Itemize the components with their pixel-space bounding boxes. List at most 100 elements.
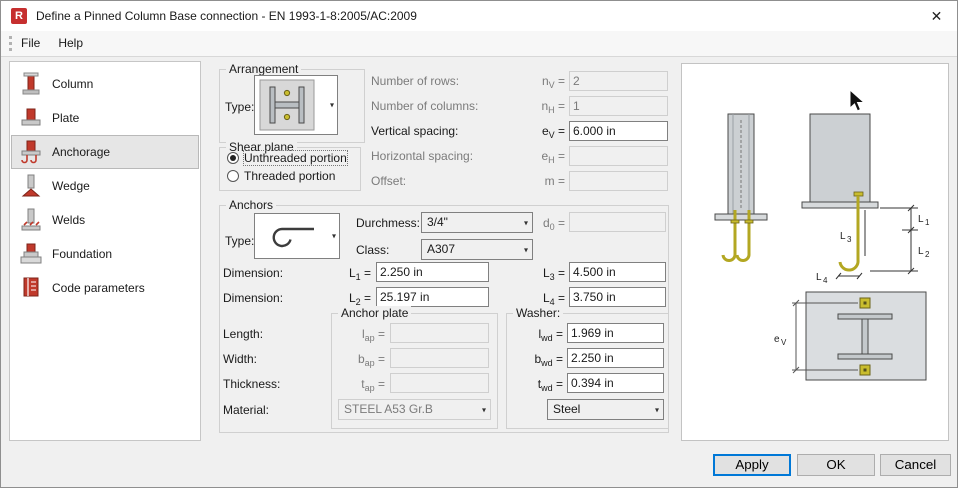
radio-unselected-icon (227, 170, 239, 182)
sidebar-item-welds[interactable]: Welds (11, 203, 199, 237)
anchor-plate-material-select: STEEL A53 Gr.B ▾ (338, 399, 491, 420)
title-bar: R Define a Pinned Column Base connection… (1, 1, 957, 31)
anchors-group-title: Anchors (226, 198, 277, 212)
anchor-shape-thumbnail (272, 227, 314, 248)
menu-help[interactable]: Help (49, 31, 92, 56)
foundation-icon (19, 241, 43, 267)
sidebar-item-label: Plate (52, 111, 80, 125)
connection-drawing: L 1 L 2 L 3 L 4 e V (714, 88, 930, 381)
preview-panel: L 1 L 2 L 3 L 4 e V (681, 63, 949, 441)
menu-bar: File Help (1, 31, 957, 57)
welds-icon (19, 207, 43, 233)
class-value: A307 (427, 242, 456, 256)
tap-symbol: tap = (361, 377, 385, 393)
L1-input[interactable] (376, 262, 489, 282)
arrangement-type-label: Type: (225, 100, 255, 114)
diameter-label: Durchmess: (356, 216, 421, 230)
dim-label-L3: L (840, 231, 846, 242)
washer-thickness-input[interactable] (567, 373, 664, 393)
sidebar-item-label: Code parameters (52, 281, 145, 295)
window-title: Define a Pinned Column Base connection -… (36, 9, 417, 23)
sidebar-item-label: Welds (52, 213, 86, 227)
class-label: Class: (356, 243, 390, 257)
horizontal-spacing-symbol: eH = (541, 149, 565, 165)
d0-input (569, 212, 666, 232)
washer-material-select[interactable]: Steel ▾ (547, 399, 664, 420)
anchor-plate-thickness-input (390, 373, 489, 393)
washer-material-value: Steel (553, 402, 581, 416)
bap-symbol: bap = (357, 352, 385, 368)
radio-label: Unthreaded portion (243, 150, 348, 166)
horizontal-spacing-label: Horizontal spacing: (371, 149, 474, 163)
connection-dialog: R Define a Pinned Column Base connection… (0, 0, 958, 488)
chevron-down-icon: ▾ (654, 405, 659, 414)
offset-symbol: m = (544, 174, 565, 188)
radio-threaded-portion[interactable]: Threaded portion (227, 169, 335, 183)
arrangement-type-select[interactable]: ▾ (254, 75, 338, 135)
washer-width-input[interactable] (567, 348, 664, 368)
anchor-plate-material-value: STEEL A53 Gr.B (344, 402, 433, 416)
dimension-label-2: Dimension: (223, 291, 284, 305)
plate-icon (19, 105, 43, 131)
chevron-down-icon: ▾ (523, 245, 528, 254)
sidebar-item-label: Anchorage (52, 145, 111, 159)
L3-input[interactable] (569, 262, 666, 282)
sidebar-item-foundation[interactable]: Foundation (11, 237, 199, 271)
L4-input[interactable] (569, 287, 666, 307)
anchor-type-select[interactable]: ▾ (254, 213, 340, 259)
offset-label: Offset: (371, 174, 407, 188)
width-label: Width: (223, 352, 258, 366)
columns-label: Number of columns: (371, 99, 479, 113)
chevron-down-icon: ▾ (331, 231, 336, 241)
bwd-symbol: bwd = (534, 352, 563, 368)
svg-text:4: 4 (823, 276, 828, 285)
sidebar-item-code-parameters[interactable]: Code parameters (11, 271, 199, 305)
apply-button[interactable]: Apply (713, 454, 791, 476)
cancel-button[interactable]: Cancel (880, 454, 951, 476)
thickness-label: Thickness: (223, 377, 281, 391)
sidebar-item-label: Wedge (52, 179, 90, 193)
close-button[interactable]: ✕ (914, 1, 957, 31)
sidebar: Column Plate Anchorage Wedge Welds Found… (9, 61, 201, 441)
horizontal-spacing-input (569, 146, 668, 166)
diameter-value: 3/4" (427, 215, 448, 229)
column-section-thumbnail (259, 79, 315, 131)
chevron-down-icon: ▾ (481, 405, 486, 414)
length-label: Length: (223, 327, 264, 341)
radio-unthreaded-portion[interactable]: Unthreaded portion (227, 150, 348, 166)
sidebar-item-column[interactable]: Column (11, 67, 199, 101)
columns-input (569, 96, 668, 116)
vertical-spacing-input[interactable] (569, 121, 668, 141)
svg-text:3: 3 (847, 235, 852, 244)
d0-symbol: d0 = (542, 216, 565, 232)
anchor-plate-length-input (390, 323, 489, 343)
anchor-plate-group-title: Anchor plate (338, 306, 412, 320)
code-parameters-icon (19, 275, 43, 301)
anchor-plate-width-input (390, 348, 489, 368)
menu-file[interactable]: File (12, 31, 49, 56)
columns-symbol: nH = (541, 99, 565, 115)
diameter-select[interactable]: 3/4" ▾ (421, 212, 533, 233)
ok-button[interactable]: OK (797, 454, 875, 476)
sidebar-item-plate[interactable]: Plate (11, 101, 199, 135)
L2-input[interactable] (376, 287, 489, 307)
preview-side-view: L 1 L 2 L 3 L 4 (801, 113, 930, 285)
dim-label-L4: L (816, 272, 822, 283)
preview-front-view (714, 113, 768, 262)
sidebar-item-label: Column (52, 77, 94, 91)
L1-symbol: L1 = (348, 266, 371, 282)
svg-text:2: 2 (925, 250, 930, 259)
app-icon: R (11, 8, 27, 24)
vertical-spacing-label: Vertical spacing: (371, 124, 459, 138)
sidebar-item-anchorage[interactable]: Anchorage (11, 135, 199, 169)
svg-text:V: V (781, 338, 787, 347)
dim-label-L2: L (918, 246, 924, 257)
column-icon (19, 71, 43, 97)
washer-length-input[interactable] (567, 323, 664, 343)
vertical-spacing-symbol: eV = (541, 124, 565, 140)
sidebar-item-label: Foundation (52, 247, 113, 261)
rows-input (569, 71, 668, 91)
sidebar-item-wedge[interactable]: Wedge (11, 169, 199, 203)
rows-symbol: nV = (541, 74, 565, 90)
class-select[interactable]: A307 ▾ (421, 239, 533, 260)
